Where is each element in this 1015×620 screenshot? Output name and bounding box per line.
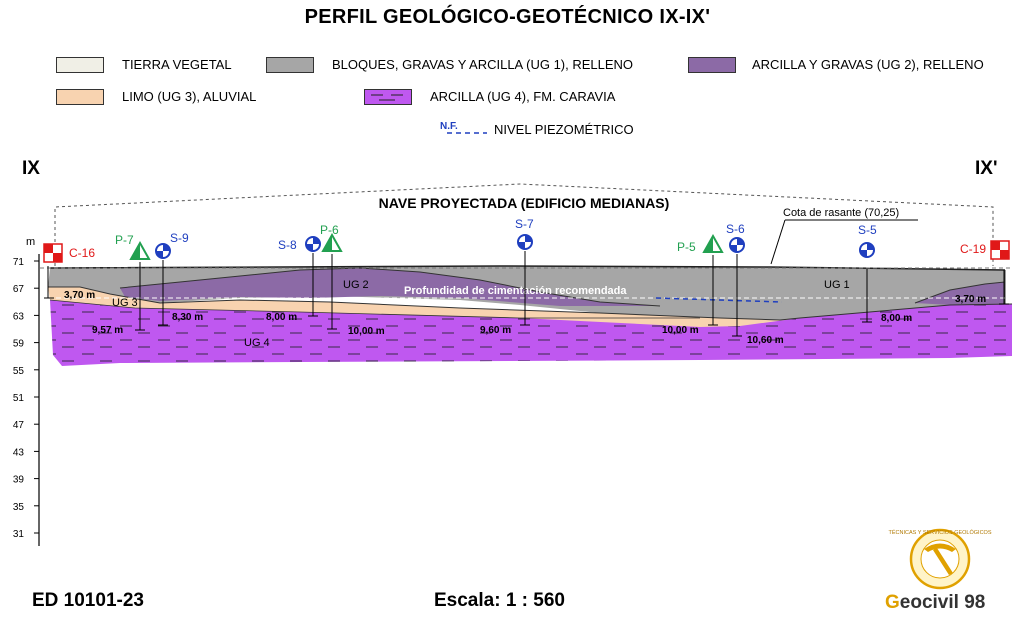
drawing-scale: Escala: 1 : 560 [434, 590, 565, 611]
brand-name: Geocivil 98 [885, 592, 985, 614]
point-label-s6: S-6 [726, 222, 745, 236]
sondeo-s5-icon [859, 242, 875, 258]
unit-label-ug4: UG 4 [244, 337, 270, 349]
calicata-c16-icon [43, 243, 63, 263]
seal-text: TÉCNICAS Y SERVICIOS GEOLÓGICOS [888, 529, 991, 536]
unit-label-ug3: UG 3 [112, 297, 138, 309]
unit-label-ug1: UG 1 [824, 279, 850, 291]
axis-tick-label: 71 [13, 257, 25, 268]
depth-p5: 10,00 m [662, 325, 699, 336]
axis-tick-label: 35 [13, 502, 25, 513]
penetrometer-p7-icon [130, 242, 150, 260]
axis-tick-label: 43 [13, 447, 25, 458]
point-label-s5: S-5 [858, 223, 877, 237]
sondeo-s7-icon [517, 234, 533, 250]
depth-s7: 9,60 m [480, 325, 511, 336]
axis-tick-label: 31 [13, 529, 25, 540]
axis-tick-label: 67 [13, 284, 25, 295]
depth-p7: 9,57 m [92, 325, 123, 336]
depth-s5: 8,00 m [881, 313, 912, 324]
sondeo-s8-icon [305, 236, 321, 252]
point-label-s9: S-9 [170, 231, 189, 245]
axis-tick-label: 63 [13, 311, 25, 322]
geological-profile: m 71 67 63 59 55 51 47 43 39 35 31 NAVE PROYECTADA… [13, 183, 1013, 590]
axis-tick-label: 39 [13, 475, 25, 486]
point-label-p5: P-5 [677, 240, 696, 254]
brand-initial: G [885, 592, 900, 613]
unit-label-ug2: UG 2 [343, 279, 369, 291]
sondeo-s9-icon [155, 243, 171, 259]
depth-p6: 10,00 m [348, 326, 385, 337]
axis-tick-label: 59 [13, 339, 25, 350]
penetrometer-p5-icon [703, 235, 723, 253]
point-label-s8: S-8 [278, 238, 297, 252]
axis-tick-label: 51 [13, 393, 25, 404]
point-label-p6: P-6 [320, 223, 339, 237]
depth-s9: 8,30 m [172, 312, 203, 323]
foundation-label: Profundidad de cimentación recomendada [404, 285, 627, 297]
depth-c16: 3,70 m [64, 290, 95, 301]
axis-tick-label: 47 [13, 420, 25, 431]
brand-rest: eocivil 98 [899, 592, 986, 613]
sondeo-s6-icon [729, 237, 745, 253]
building-label: NAVE PROYECTADA (EDIFICIO MEDIANAS) [379, 195, 670, 211]
point-label-c19: C-19 [960, 242, 986, 256]
point-label-p7: P-7 [115, 233, 134, 247]
calicata-c19-icon [990, 240, 1010, 260]
company-logo: TÉCNICAS Y SERVICIOS GEOLÓGICOS [888, 528, 992, 590]
point-label-s7: S-7 [515, 217, 534, 231]
point-label-c16: C-16 [69, 246, 95, 260]
depth-c19: 3,70 m [955, 294, 986, 305]
rasante-label: Cota de rasante (70,25) [783, 207, 899, 219]
elevation-axis: m 71 67 63 59 55 51 47 43 39 35 31 [13, 236, 40, 546]
depth-s6: 10,60 m [747, 335, 784, 346]
axis-tick-label: 55 [13, 366, 25, 377]
penetrometer-p6-icon [322, 234, 342, 252]
axis-unit: m [26, 236, 35, 248]
project-code: ED 10101-23 [32, 590, 144, 611]
depth-s8: 8,00 m [266, 312, 297, 323]
